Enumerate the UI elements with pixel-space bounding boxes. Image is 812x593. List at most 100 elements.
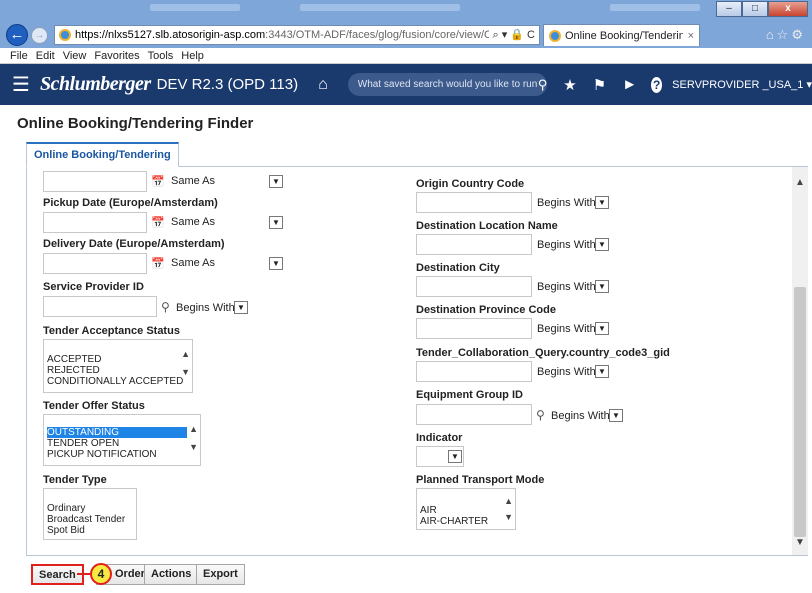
- list-item[interactable]: CONDITIONALLY ACCEPTED: [47, 376, 190, 387]
- chevron-down-icon[interactable]: ▼: [448, 450, 462, 463]
- environment-label: DEV R2.3 (OPD 113): [156, 76, 299, 93]
- menu-tools[interactable]: Tools: [148, 50, 174, 62]
- origin-country-input[interactable]: [416, 192, 532, 213]
- step-callout: 4: [90, 563, 112, 585]
- tab-online-booking[interactable]: Online Booking/Tendering: [26, 142, 179, 167]
- delivery-date-input[interactable]: [43, 253, 147, 274]
- star-icon[interactable]: ★: [563, 76, 576, 94]
- country-code3-input[interactable]: [416, 361, 532, 382]
- chevron-down-icon[interactable]: ▼: [181, 368, 190, 377]
- tender-offer-listbox[interactable]: OUTSTANDING TENDER OPEN PICKUP NOTIFICAT…: [43, 414, 201, 466]
- ie-icon: [59, 29, 71, 41]
- menu-favorites[interactable]: Favorites: [94, 50, 139, 62]
- country-code3-label: Tender_Collaboration_Query.country_code3…: [416, 347, 670, 359]
- address-tools[interactable]: ⌕ ▾ 🔒 C: [489, 28, 540, 42]
- chevron-up-icon[interactable]: ▲: [181, 350, 190, 359]
- menu-help[interactable]: Help: [181, 50, 204, 62]
- chevron-down-icon[interactable]: ▼: [234, 301, 248, 314]
- footer-divider: [26, 555, 808, 556]
- export-button[interactable]: Export: [196, 564, 245, 585]
- menu-file[interactable]: File: [10, 50, 28, 62]
- chevron-down-icon[interactable]: ▼: [269, 257, 283, 270]
- tender-acceptance-listbox[interactable]: ACCEPTED REJECTED CONDITIONALLY ACCEPTED…: [43, 339, 193, 393]
- chevron-down-icon[interactable]: ▼: [609, 409, 623, 422]
- pickup-date-input[interactable]: [43, 212, 147, 233]
- address-bar[interactable]: https://nlxs5127.slb.atosorigin-asp.com:…: [54, 25, 540, 45]
- delivery-date-operator: Same As: [171, 257, 216, 269]
- list-item[interactable]: TENDER OPEN: [47, 438, 198, 449]
- actions-button[interactable]: Actions: [144, 564, 199, 585]
- maximize-button[interactable]: □: [742, 1, 768, 17]
- browser-tab-title: Online Booking/Tendering ...: [565, 29, 683, 42]
- chevron-down-icon[interactable]: ▼: [189, 443, 198, 452]
- menu-edit[interactable]: Edit: [36, 50, 55, 62]
- equipment-group-operator: Begins With: [551, 410, 610, 422]
- saved-search-box: ⚲: [347, 73, 548, 96]
- search-icon[interactable]: ⚲: [161, 300, 170, 314]
- chevron-down-icon[interactable]: ▼: [504, 513, 513, 522]
- list-item-selected[interactable]: OUTSTANDING: [47, 427, 187, 438]
- app-header: ☰ Schlumberger DEV R2.3 (OPD 113) ⌂ ⚲ ★ …: [0, 64, 812, 105]
- dest-location-operator: Begins With: [537, 239, 596, 251]
- origin-country-label: Origin Country Code: [416, 178, 525, 190]
- chevron-down-icon[interactable]: ▼: [269, 175, 283, 188]
- help-icon[interactable]: ?: [651, 76, 663, 93]
- list-item[interactable]: AIR: [420, 505, 513, 516]
- chevron-down-icon[interactable]: ▼: [595, 322, 609, 335]
- equipment-group-input[interactable]: [416, 404, 532, 425]
- scroll-down-icon[interactable]: ▼: [792, 535, 808, 551]
- dest-location-input[interactable]: [416, 234, 532, 255]
- menu-view[interactable]: View: [63, 50, 87, 62]
- hamburger-menu-icon[interactable]: ☰: [12, 75, 30, 95]
- service-provider-operator: Begins With: [176, 302, 235, 314]
- vertical-scrollbar[interactable]: ▲ ▼: [792, 167, 808, 555]
- dest-city-input[interactable]: [416, 276, 532, 297]
- country-code3-operator: Begins With: [537, 366, 596, 378]
- service-provider-input[interactable]: [43, 296, 157, 317]
- pickup-date-operator: Same As: [171, 216, 216, 228]
- list-item[interactable]: Broadcast Tender: [47, 514, 134, 525]
- dest-province-input[interactable]: [416, 318, 532, 339]
- list-item[interactable]: Ordinary: [47, 503, 134, 514]
- chevron-down-icon[interactable]: ▼: [595, 238, 609, 251]
- chevron-up-icon[interactable]: ▲: [504, 497, 513, 506]
- service-provider-label: Service Provider ID: [43, 281, 144, 293]
- back-arrow-icon[interactable]: ←: [6, 24, 28, 46]
- chevron-down-icon[interactable]: ▼: [595, 280, 609, 293]
- close-window-button[interactable]: x: [768, 1, 808, 17]
- top-date-input[interactable]: [43, 171, 147, 192]
- tab-close-icon[interactable]: ×: [683, 30, 699, 42]
- chevron-up-icon[interactable]: ▲: [189, 425, 198, 434]
- list-item[interactable]: REJECTED: [47, 365, 190, 376]
- calendar-icon[interactable]: 📅: [151, 216, 165, 229]
- minimize-button[interactable]: –: [716, 1, 742, 17]
- blurred-title: [610, 4, 700, 11]
- transport-mode-listbox[interactable]: AIR AIR-CHARTER ▲ ▼: [416, 488, 516, 530]
- chevron-down-icon[interactable]: ▼: [269, 216, 283, 229]
- forward-arrow-icon[interactable]: →: [31, 27, 48, 44]
- calendar-icon[interactable]: 📅: [151, 175, 165, 188]
- scroll-up-icon[interactable]: ▲: [792, 175, 808, 191]
- home-star-gear-icon[interactable]: ⌂☆⚙: [766, 27, 806, 43]
- scroll-thumb[interactable]: [794, 287, 806, 537]
- list-item[interactable]: ACCEPTED: [47, 354, 190, 365]
- list-item[interactable]: PICKUP NOTIFICATION: [47, 449, 198, 460]
- tender-type-listbox[interactable]: Ordinary Broadcast Tender Spot Bid: [43, 488, 137, 540]
- top-date-operator: Same As: [171, 175, 216, 187]
- saved-search-input[interactable]: [357, 79, 538, 90]
- chevron-down-icon[interactable]: ▼: [595, 365, 609, 378]
- search-button[interactable]: Search: [31, 564, 84, 585]
- browser-tab[interactable]: Online Booking/Tendering ... ×: [543, 24, 700, 46]
- user-menu[interactable]: SERVPROVIDER _USA_1 ▾: [672, 78, 812, 91]
- search-icon[interactable]: ⚲: [538, 77, 548, 93]
- dest-location-label: Destination Location Name: [416, 220, 558, 232]
- list-item[interactable]: Spot Bid: [47, 525, 134, 536]
- flag-icon[interactable]: ⚑: [593, 76, 606, 94]
- chevron-down-icon[interactable]: ▼: [595, 196, 609, 209]
- search-icon[interactable]: ⚲: [536, 408, 545, 422]
- calendar-icon[interactable]: 📅: [151, 257, 165, 270]
- list-item[interactable]: AIR-CHARTER: [420, 516, 513, 527]
- dest-province-label: Destination Province Code: [416, 304, 556, 316]
- home-icon[interactable]: ⌂: [318, 76, 328, 94]
- bell-icon[interactable]: ►: [622, 76, 637, 93]
